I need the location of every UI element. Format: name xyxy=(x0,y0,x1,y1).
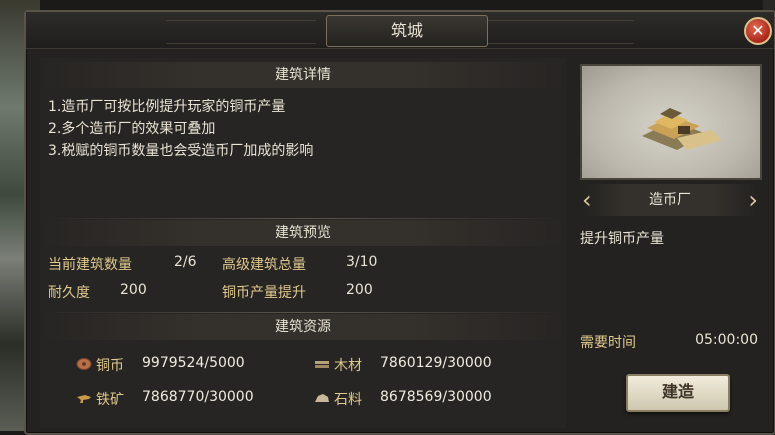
current-count-label: 当前建筑数量 xyxy=(48,257,132,273)
wood-value: 7860129/30000 xyxy=(380,355,492,371)
build-button[interactable]: 建造 xyxy=(626,374,730,412)
stone-value: 8678569/30000 xyxy=(380,389,492,405)
advanced-total-value: 3/10 xyxy=(346,254,378,270)
stone-icon xyxy=(315,394,329,402)
iron-ore-icon xyxy=(77,395,91,403)
wood-icon xyxy=(315,361,329,368)
detail-line-1: 1.造币厂可按比例提升玩家的铜币产量 xyxy=(48,99,286,115)
building-description: 提升铜币产量 xyxy=(580,231,664,247)
durability-value: 200 xyxy=(120,282,147,298)
current-count-value: 2/6 xyxy=(174,254,197,270)
time-required-value: 05:00:00 xyxy=(695,332,758,348)
title-bar: 筑城 ✕ xyxy=(26,12,774,49)
advanced-total-label: 高级建筑总量 xyxy=(222,257,306,273)
copper-label: 铜币 xyxy=(96,358,124,374)
window-title: 筑城 xyxy=(326,15,488,47)
copper-boost-label: 铜币产量提升 xyxy=(222,285,306,301)
building-preview-image xyxy=(580,64,762,180)
building-selector: ‹ 造币厂 › xyxy=(582,184,758,216)
title-ornament-right xyxy=(484,20,634,44)
build-window: 筑城 ✕ 建筑详情 1.造币厂可按比例提升玩家的铜币产量 2.多个造币厂的效果可… xyxy=(24,10,775,435)
iron-value: 7868770/30000 xyxy=(142,389,254,405)
detail-line-3: 3.税赋的铜币数量也会受造币厂加成的影响 xyxy=(48,143,314,159)
stone-label: 石料 xyxy=(334,392,362,408)
wood-label: 木材 xyxy=(334,358,362,374)
copper-value: 9979524/5000 xyxy=(142,355,245,371)
divider xyxy=(40,218,566,219)
durability-label: 耐久度 xyxy=(48,285,90,301)
preview-header: 建筑预览 xyxy=(40,220,566,246)
title-ornament-left xyxy=(166,20,316,44)
mint-building-icon xyxy=(642,108,722,150)
resources-header: 建筑资源 xyxy=(40,314,566,340)
building-name: 造币厂 xyxy=(649,192,691,208)
time-required-label: 需要时间 xyxy=(580,335,636,351)
details-header: 建筑详情 xyxy=(40,62,566,88)
detail-line-2: 2.多个造币厂的效果可叠加 xyxy=(48,121,216,137)
info-panel: 建筑详情 1.造币厂可按比例提升玩家的铜币产量 2.多个造币厂的效果可叠加 3.… xyxy=(40,58,566,428)
close-button[interactable]: ✕ xyxy=(744,17,772,45)
copper-coin-icon xyxy=(76,358,92,370)
building-panel: ‹ 造币厂 › 提升铜币产量 需要时间 05:00:00 建造 xyxy=(574,58,764,428)
copper-boost-value: 200 xyxy=(346,282,373,298)
divider xyxy=(40,312,566,313)
close-icon: ✕ xyxy=(751,21,765,40)
next-building-button[interactable]: › xyxy=(748,186,758,214)
iron-label: 铁矿 xyxy=(96,392,124,408)
